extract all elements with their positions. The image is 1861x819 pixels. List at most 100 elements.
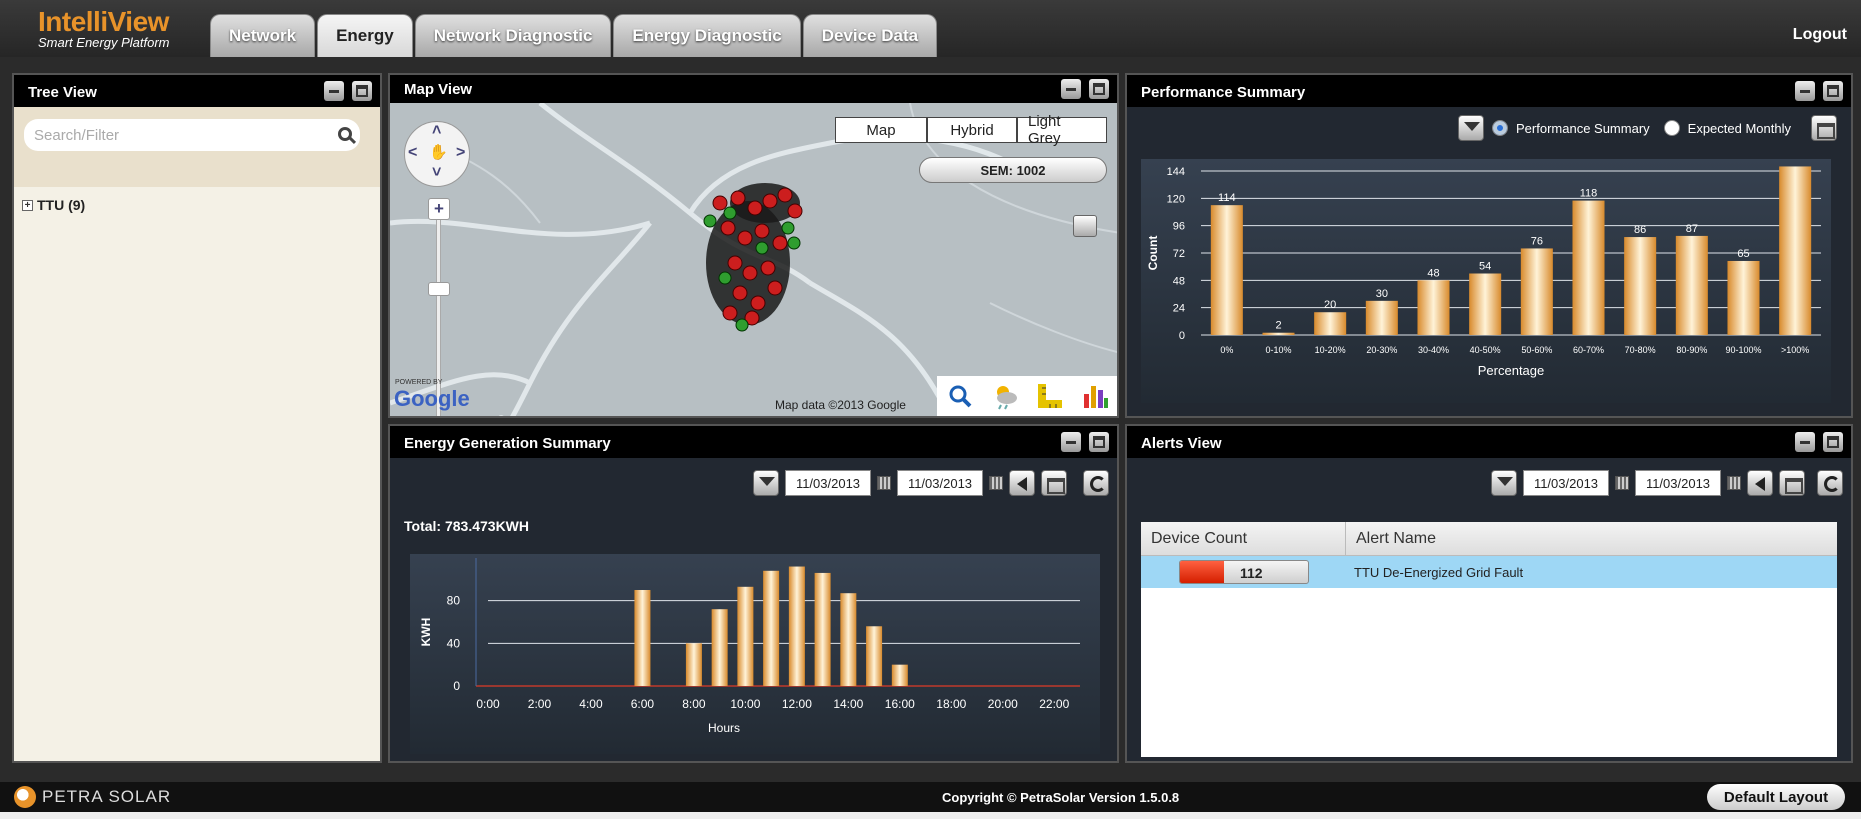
data-label: 86: [1634, 224, 1646, 236]
maximize-icon[interactable]: [1089, 79, 1109, 99]
y-axis-label: Count: [1146, 236, 1160, 271]
back-icon[interactable]: [1747, 470, 1773, 496]
filter-icon[interactable]: [1491, 470, 1517, 496]
folder-icon[interactable]: [1811, 115, 1837, 141]
bar: [891, 664, 908, 686]
energy-date-to-input[interactable]: 11/03/2013: [897, 470, 983, 496]
tab-energy-diagnostic[interactable]: Energy Diagnostic: [613, 14, 801, 57]
window-controls: [324, 81, 372, 101]
bar-chart-icon[interactable]: [1081, 382, 1109, 410]
minimize-icon[interactable]: [1061, 79, 1081, 99]
device-count-value: 112: [1240, 565, 1263, 581]
bar: [866, 626, 883, 686]
y-tick-label: 72: [1173, 248, 1185, 260]
zoom-in-button[interactable]: +: [428, 198, 450, 220]
minimize-icon[interactable]: [324, 81, 344, 101]
bar: [1210, 205, 1243, 335]
calendar-icon[interactable]: [989, 476, 1003, 490]
magnifier-icon[interactable]: [946, 382, 974, 410]
tab-device-data[interactable]: Device Data: [802, 14, 938, 57]
energy-date-from-input[interactable]: 11/03/2013: [785, 470, 871, 496]
search-icon[interactable]: [338, 127, 352, 141]
map-data-credit: Map data ©2013 Google: [775, 398, 906, 412]
refresh-icon[interactable]: [1083, 470, 1109, 496]
energy-total: Total: 783.473KWH: [404, 518, 529, 534]
maximize-icon[interactable]: [1823, 81, 1843, 101]
tree-node-ttu[interactable]: + TTU (9): [22, 197, 85, 213]
map-type-hybrid-button[interactable]: Hybrid: [927, 117, 1017, 143]
expand-icon[interactable]: +: [22, 199, 33, 211]
calendar-icon[interactable]: [1727, 476, 1741, 490]
panel-title: Energy Generation Summary: [390, 426, 1117, 458]
tab-network-diagnostic[interactable]: Network Diagnostic: [414, 14, 612, 57]
bar: [1779, 166, 1812, 335]
weather-icon[interactable]: [991, 382, 1019, 410]
expected-monthly-radio[interactable]: [1663, 120, 1680, 136]
map-roads: [390, 103, 1117, 416]
tab-network[interactable]: Network: [210, 14, 316, 57]
total-label: Total:: [404, 518, 442, 534]
minimize-icon[interactable]: [1795, 432, 1815, 452]
x-tick-label: 70-80%: [1625, 345, 1656, 355]
table-row[interactable]: 112 TTU De-Energized Grid Fault: [1141, 556, 1837, 588]
data-label: 20: [1324, 299, 1336, 311]
map-type-map-button[interactable]: Map: [835, 117, 927, 143]
y-tick-label: 24: [1173, 303, 1185, 315]
calendar-icon[interactable]: [1615, 476, 1629, 490]
ruler-icon[interactable]: [1036, 382, 1064, 410]
bar: [1624, 237, 1657, 335]
maximize-icon[interactable]: [1823, 432, 1843, 452]
x-tick-label: 50-60%: [1521, 345, 1552, 355]
map-canvas[interactable]: ˄ ˅ ˂ ˃ ✋ + Map Hybrid Light Grey SEM: 1…: [390, 103, 1117, 416]
alert-name-cell: TTU De-Energized Grid Fault: [1354, 564, 1524, 580]
logout-link[interactable]: Logout: [1793, 26, 1847, 44]
data-label: 118: [1580, 188, 1598, 200]
filter-icon[interactable]: [753, 470, 779, 496]
search-placeholder: Search/Filter: [34, 127, 120, 144]
calendar-icon[interactable]: [877, 476, 891, 490]
map-type-switcher: Map Hybrid Light Grey: [835, 113, 1107, 147]
alerts-date-to-input[interactable]: 11/03/2013: [1635, 470, 1721, 496]
x-tick-label: 0:00: [476, 697, 500, 711]
pan-control[interactable]: ˄ ˅ ˂ ˃ ✋: [404, 121, 470, 187]
filter-icon[interactable]: [1458, 115, 1484, 141]
google-logo: Google: [394, 386, 470, 411]
x-tick-label: 60-70%: [1573, 345, 1604, 355]
maximize-icon[interactable]: [352, 81, 372, 101]
alerts-date-controls: 11/03/2013 11/03/2013: [1491, 470, 1843, 496]
folder-icon[interactable]: [1073, 215, 1097, 237]
minimize-icon[interactable]: [1795, 81, 1815, 101]
hand-icon: ✋: [429, 144, 448, 161]
default-layout-button[interactable]: Default Layout: [1707, 784, 1845, 810]
total-value: 783.473KWH: [444, 518, 530, 534]
alerts-table-header: Device Count Alert Name: [1141, 522, 1837, 556]
x-tick-label: 12:00: [782, 697, 812, 711]
minimize-icon[interactable]: [1061, 432, 1081, 452]
tab-energy[interactable]: Energy: [317, 14, 413, 57]
performance-summary-radio[interactable]: [1492, 120, 1508, 136]
performance-summary-radio-label: Performance Summary: [1516, 120, 1650, 136]
zoom-slider-handle[interactable]: [428, 282, 450, 296]
maximize-icon[interactable]: [1089, 432, 1109, 452]
back-icon[interactable]: [1009, 470, 1035, 496]
bar: [1675, 235, 1708, 335]
column-header-device-count[interactable]: Device Count: [1141, 522, 1346, 555]
data-label: 54: [1479, 261, 1491, 273]
x-tick-label: >100%: [1781, 345, 1809, 355]
sem-button[interactable]: SEM: 1002: [919, 157, 1107, 183]
search-input[interactable]: Search/Filter: [24, 119, 360, 151]
alerts-date-from-input[interactable]: 11/03/2013: [1523, 470, 1609, 496]
folder-icon[interactable]: [1041, 470, 1067, 496]
bar: [634, 590, 651, 686]
energy-generation-panel: Energy Generation Summary 11/03/2013 11/…: [388, 424, 1119, 763]
bar: [711, 609, 728, 686]
bar: [763, 570, 780, 686]
panel-title: Map View: [390, 75, 1117, 103]
bar: [1469, 273, 1502, 335]
tree-body: Search/Filter + TTU (9): [14, 107, 380, 761]
refresh-icon[interactable]: [1817, 470, 1843, 496]
x-tick-label: 40-50%: [1470, 345, 1501, 355]
map-type-light-grey-button[interactable]: Light Grey: [1017, 113, 1107, 147]
folder-icon[interactable]: [1779, 470, 1805, 496]
column-header-alert-name[interactable]: Alert Name: [1346, 522, 1837, 555]
